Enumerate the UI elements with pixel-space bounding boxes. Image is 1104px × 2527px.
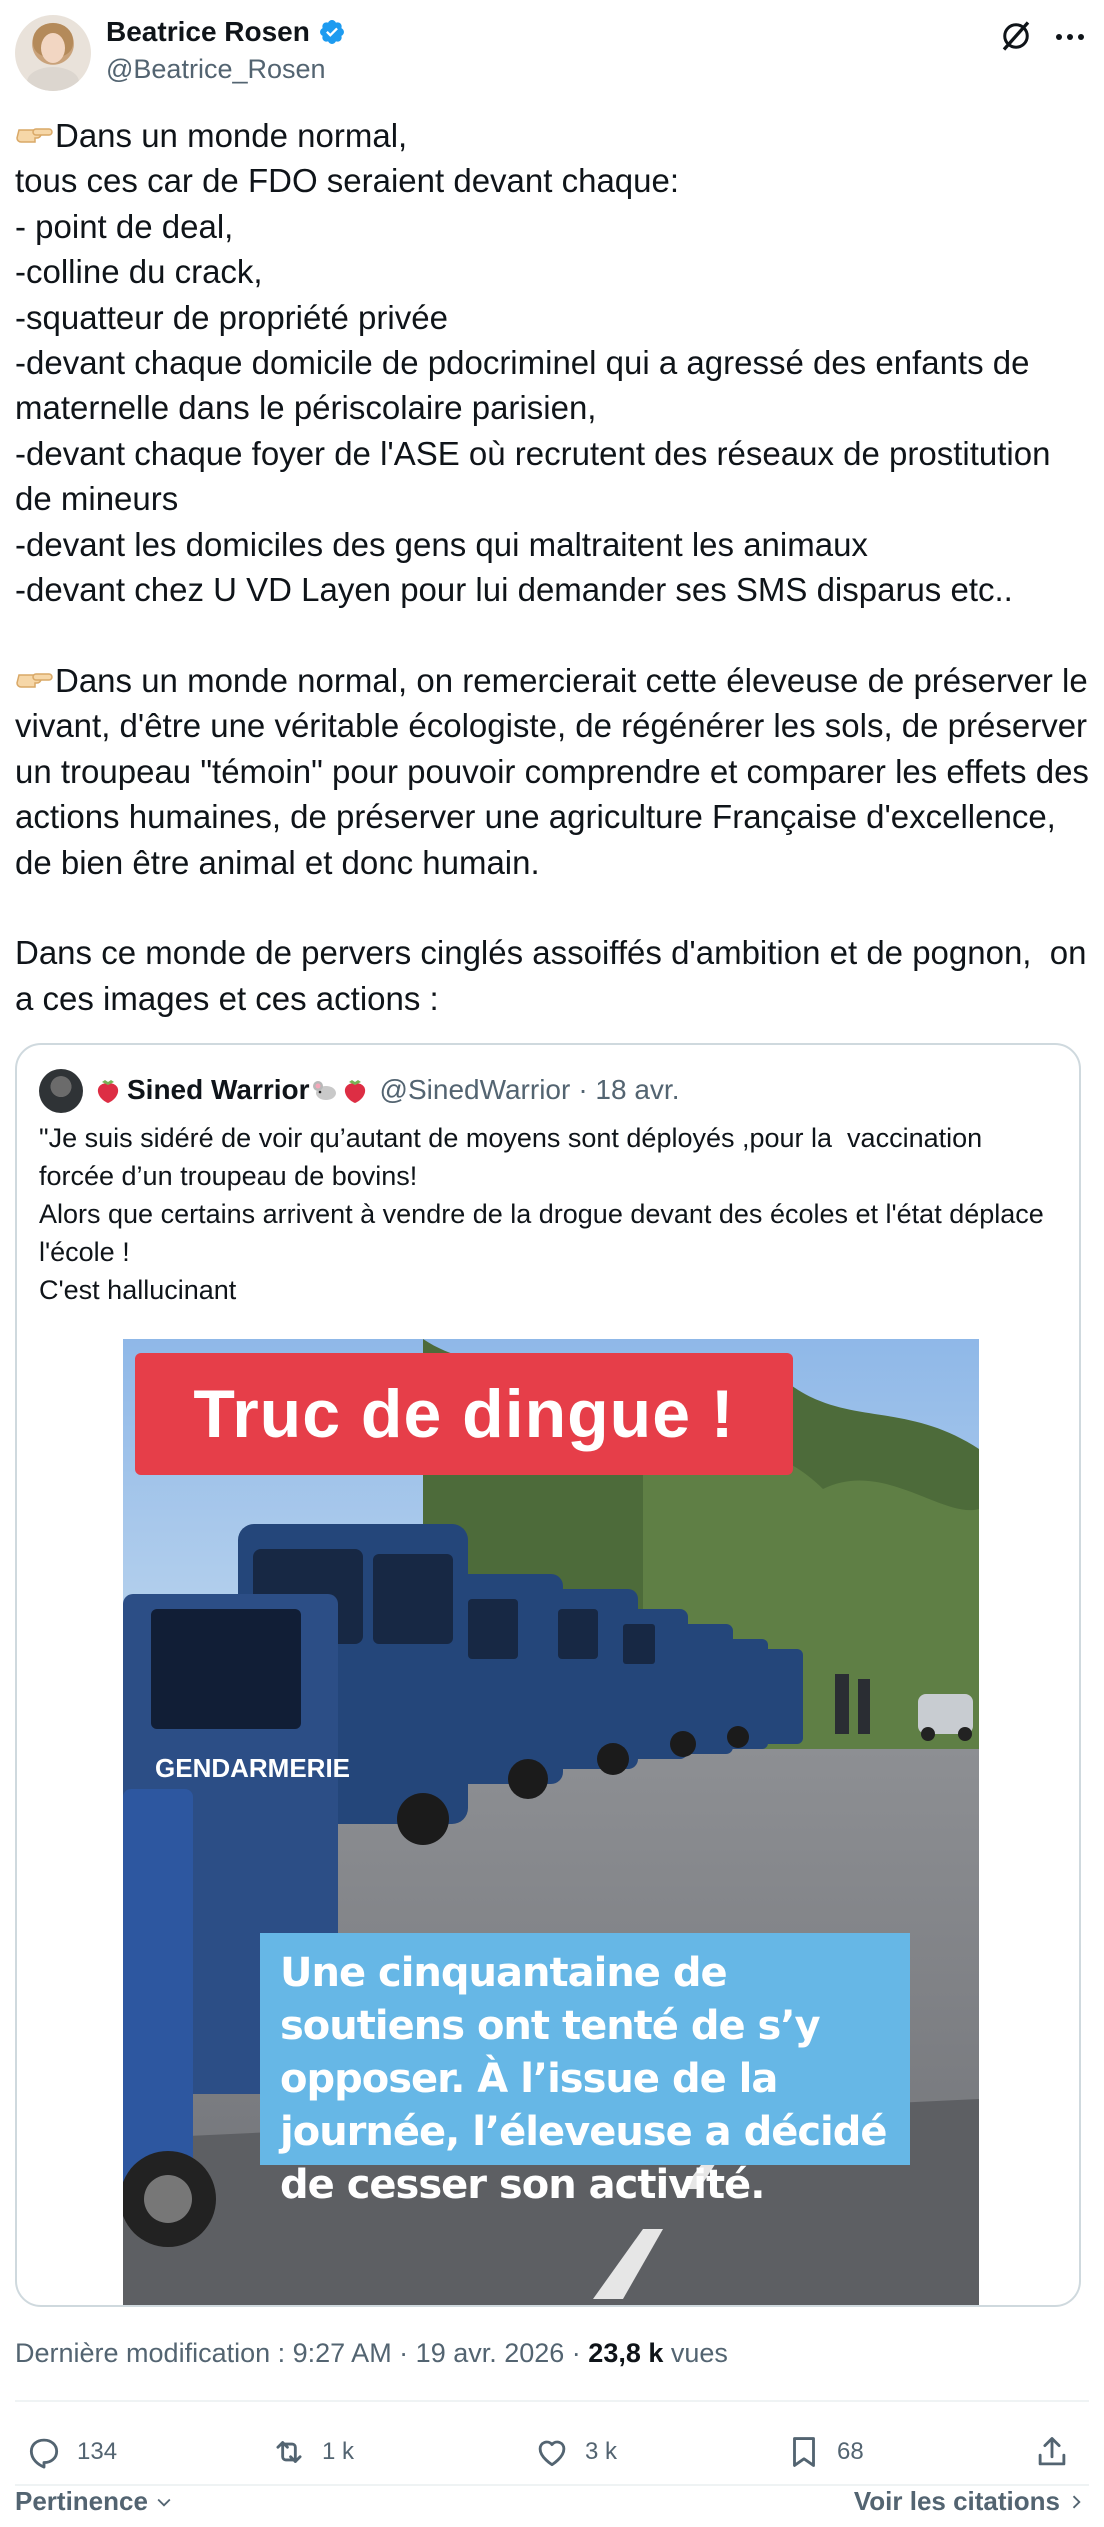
strawberry-icon — [97, 1080, 119, 1103]
reply-button[interactable]: 134 — [25, 2418, 117, 2486]
like-count: 3 k — [585, 2438, 618, 2465]
quoted-date[interactable]: · 18 avr. — [578, 1069, 679, 1111]
views-label: vues — [663, 2338, 728, 2368]
bookmark-button[interactable]: 68 — [785, 2418, 864, 2486]
quoted-handle[interactable]: @SinedWarrior — [380, 1069, 571, 1111]
views-count: 23,8 k — [588, 2338, 664, 2368]
view-quotes-label: Voir les citations — [853, 2486, 1060, 2516]
divider — [15, 2400, 1089, 2402]
repost-icon — [276, 2441, 302, 2463]
mouse-icon — [312, 1081, 336, 1100]
quoted-image[interactable]: Truc de dingue ! GENDARMERIE Une cinquan… — [123, 1339, 979, 2305]
para2: Dans un monde normal, on remercierait ce… — [15, 661, 1099, 881]
author-avatar[interactable] — [15, 15, 91, 91]
bookmark-count: 68 — [837, 2438, 864, 2465]
tweet-text: Dans un monde normal, tous ces car de FD… — [15, 113, 1090, 1021]
pointing-right-icon — [16, 128, 53, 143]
verified-badge-icon — [319, 20, 344, 44]
share-icon — [1038, 2437, 1066, 2466]
para1-line1: Dans un monde normal, — [55, 117, 408, 154]
reply-count: 134 — [77, 2438, 118, 2465]
reply-icon — [29, 2438, 59, 2469]
image-caption: Une cinquantaine de soutiens ont tenté d… — [260, 1933, 910, 2208]
tweet-page: Beatrice Rosen @Beatrice_Rosen Dans un m… — [0, 0, 1104, 2527]
sort-label: Pertinence — [15, 2486, 148, 2516]
like-icon — [538, 2440, 566, 2467]
quoted-name[interactable]: Sined Warrior — [127, 1069, 310, 1111]
quoted-tweet-card[interactable]: Sined Warrior @SinedWarrior · 18 avr. "J… — [15, 1043, 1081, 2307]
sort-dropdown[interactable]: Pertinence — [15, 2486, 174, 2517]
image-banner: Truc de dingue ! — [135, 1353, 793, 1475]
more-icon[interactable] — [1052, 22, 1088, 52]
author-name[interactable]: Beatrice Rosen — [106, 16, 310, 48]
repost-button[interactable]: 1 k — [270, 2418, 354, 2486]
chevron-right-icon — [1072, 2495, 1081, 2508]
para1-list: tous ces car de FDO seraient devant chaq… — [15, 162, 1051, 609]
edited-timestamp[interactable]: Dernière modification : 9:27 AM · 19 avr… — [15, 2338, 588, 2368]
grok-icon[interactable] — [998, 18, 1034, 54]
banner-text: Truc de dingue ! — [193, 1376, 735, 1452]
view-quotes-link[interactable]: Voir les citations — [854, 2486, 1086, 2517]
tweet-meta: Dernière modification : 9:27 AM · 19 avr… — [15, 2338, 728, 2369]
quoted-text: "Je suis sidéré de voir qu’autant de moy… — [39, 1123, 1044, 1305]
chevron-down-icon — [157, 2498, 171, 2507]
repost-count: 1 k — [322, 2438, 355, 2465]
vehicle-label: GENDARMERIE — [155, 1753, 351, 1783]
action-bar: 134 1 k 3 k 68 — [15, 2418, 1089, 2486]
quoted-header: Sined Warrior @SinedWarrior · 18 avr. — [93, 1069, 679, 1111]
author-handle[interactable]: @Beatrice_Rosen — [106, 54, 326, 85]
pointing-right-icon — [16, 673, 53, 688]
like-button[interactable]: 3 k — [533, 2418, 617, 2486]
author-name-row[interactable]: Beatrice Rosen — [106, 16, 346, 48]
para3: Dans ce monde de pervers cinglés assoiff… — [15, 934, 1096, 1017]
strawberry-icon — [344, 1080, 365, 1103]
bookmark-icon — [793, 2437, 815, 2467]
share-button[interactable] — [1033, 2418, 1071, 2486]
quoted-avatar[interactable] — [39, 1069, 83, 1113]
